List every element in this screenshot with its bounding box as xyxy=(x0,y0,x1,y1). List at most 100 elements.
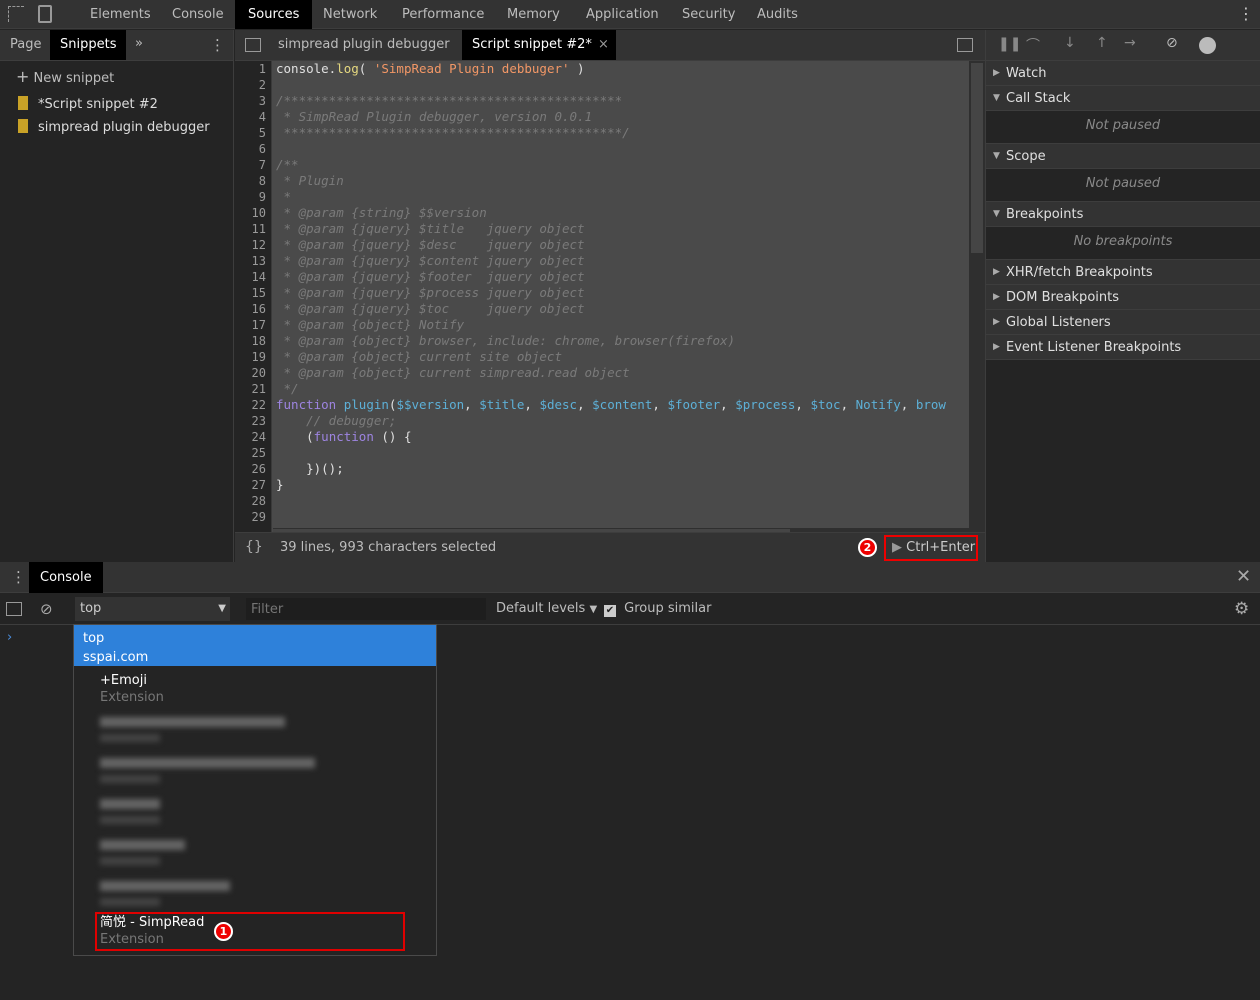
log-levels-select[interactable]: Default levels ▼ xyxy=(496,593,597,626)
tab-sources[interactable]: Sources xyxy=(235,0,313,29)
tab-elements[interactable]: Elements xyxy=(77,0,164,29)
close-drawer-icon[interactable]: ✕ xyxy=(1236,566,1251,587)
section-scope[interactable]: ▼ Scope xyxy=(986,144,1260,169)
code-token: , xyxy=(464,397,480,412)
collapsed-arrow-icon: ▶ xyxy=(993,292,1000,302)
context-option[interactable] xyxy=(74,707,436,748)
checkbox-icon: ✔ xyxy=(604,605,616,617)
tab-performance[interactable]: Performance xyxy=(389,0,497,29)
show-sidebar-icon[interactable] xyxy=(6,602,22,616)
context-select[interactable]: top ▼ xyxy=(75,597,230,621)
section-title: DOM Breakpoints xyxy=(1006,290,1119,305)
navigator-menu-icon[interactable]: ⋮ xyxy=(210,36,225,54)
context-option[interactable] xyxy=(74,789,436,830)
context-value: top xyxy=(80,601,102,616)
console-prompt-icon[interactable]: › xyxy=(7,630,12,645)
context-option[interactable] xyxy=(74,830,436,871)
section-call-stack[interactable]: ▼ Call Stack xyxy=(986,86,1260,111)
line-number: 7 xyxy=(258,158,266,172)
code-token: */ xyxy=(276,381,299,396)
section-xhr-fetch-breakpoints[interactable]: ▶ XHR/fetch Breakpoints xyxy=(986,260,1260,285)
deactivate-breakpoints-icon[interactable]: ⊘ xyxy=(1166,35,1178,51)
code-token: * @param {jquery} $content jquery object xyxy=(276,253,585,268)
code-token: ( xyxy=(276,429,314,444)
context-option[interactable] xyxy=(74,748,436,789)
section-watch[interactable]: ▶ Watch xyxy=(986,61,1260,86)
vertical-scrollbar-track[interactable] xyxy=(969,61,985,544)
code-token: * @param {jquery} $footer jquery object xyxy=(276,269,585,284)
editor-tab-active[interactable]: Script snippet #2* × xyxy=(462,30,616,60)
snippet-file[interactable]: simpread plugin debugger xyxy=(0,116,233,139)
run-snippet-button[interactable]: ▶ Ctrl+Enter xyxy=(884,535,978,561)
line-number: 5 xyxy=(258,126,266,140)
section-title: Breakpoints xyxy=(1006,207,1084,222)
code-token: $desc xyxy=(539,397,578,412)
clear-console-icon[interactable]: ⊘ xyxy=(40,593,53,625)
context-option-selected[interactable]: top sspai.com xyxy=(74,625,436,666)
debugger-sidebar: ❚❚ ⌒ ↓ ↑ → ⊘ ▶ Watch ▼ Call Stack Not paused… xyxy=(985,30,1260,562)
code-token: plugin xyxy=(343,397,389,412)
file-icon xyxy=(18,119,28,133)
filter-input[interactable] xyxy=(246,598,486,620)
inspect-element-icon[interactable] xyxy=(8,6,24,22)
drawer-menu-icon[interactable]: ⋮ xyxy=(11,568,26,586)
pretty-print-icon[interactable]: {} xyxy=(245,533,263,562)
step-into-icon[interactable]: ↓ xyxy=(1064,35,1076,51)
collapsed-arrow-icon: ▶ xyxy=(993,342,1000,352)
more-tabs-icon[interactable]: » xyxy=(135,36,143,51)
step-out-icon[interactable]: ↑ xyxy=(1096,35,1108,51)
device-toolbar-icon[interactable] xyxy=(38,5,52,23)
code-line: * @param {object} browser, include: chro… xyxy=(276,333,946,349)
new-snippet-label: New snippet xyxy=(33,71,115,86)
code-line: } xyxy=(276,477,946,493)
code-token: * SimpRead Plugin debugger, version 0.0.… xyxy=(276,109,593,124)
pause-on-exceptions-icon[interactable] xyxy=(1199,37,1216,54)
code-line: function plugin($$version, $title, $desc… xyxy=(276,397,946,413)
toggle-navigator-icon[interactable] xyxy=(245,38,261,52)
group-similar-checkbox[interactable]: ✔ Group similar xyxy=(604,593,711,625)
code-token: , xyxy=(652,397,668,412)
line-number: 28 xyxy=(251,494,266,508)
line-number: 14 xyxy=(251,270,266,284)
tab-snippets[interactable]: Snippets xyxy=(50,30,127,60)
section-global-listeners[interactable]: ▶ Global Listeners xyxy=(986,310,1260,335)
tab-security[interactable]: Security xyxy=(669,0,748,29)
pause-icon[interactable]: ❚❚ xyxy=(998,36,1021,52)
section-title: Scope xyxy=(1006,149,1046,164)
line-number: 8 xyxy=(258,174,266,188)
line-number: 18 xyxy=(251,334,266,348)
tab-console[interactable]: Console xyxy=(29,562,103,593)
line-number: 24 xyxy=(251,430,266,444)
more-menu-icon[interactable]: ⋮ xyxy=(1238,4,1254,23)
close-tab-icon[interactable]: × xyxy=(598,30,609,60)
editor-tab[interactable]: simpread plugin debugger xyxy=(268,30,460,60)
console-settings-icon[interactable]: ⚙ xyxy=(1234,593,1249,625)
tab-application[interactable]: Application xyxy=(573,0,672,29)
tab-memory[interactable]: Memory xyxy=(494,0,573,29)
code-token: ( xyxy=(358,61,374,76)
section-dom-breakpoints[interactable]: ▶ DOM Breakpoints xyxy=(986,285,1260,310)
file-name: simpread plugin debugger xyxy=(38,120,210,135)
code-token: /***************************************… xyxy=(276,93,623,108)
tab-page[interactable]: Page xyxy=(0,30,51,60)
option-sub: Extension xyxy=(100,932,164,947)
context-option[interactable]: 简悦 - SimpRead Extension 1 xyxy=(95,912,405,951)
tab-network[interactable]: Network xyxy=(310,0,390,29)
context-option[interactable]: +Emoji Extension xyxy=(74,666,436,707)
step-icon[interactable]: → xyxy=(1124,35,1136,51)
new-snippet-button[interactable]: + New snippet xyxy=(0,61,233,93)
code-line: * SimpRead Plugin debugger, version 0.0.… xyxy=(276,109,946,125)
tab-audits[interactable]: Audits xyxy=(744,0,811,29)
toggle-debugger-icon[interactable] xyxy=(957,38,973,52)
context-option[interactable] xyxy=(74,871,436,912)
code-editor[interactable]: 1 2 3 4 5 6 7 8 9 10 11 12 13 14 15 16 17 18 19 20 21 22 23 24 2… xyxy=(235,61,969,544)
code-token: , xyxy=(524,397,540,412)
step-over-icon[interactable]: ⌒ xyxy=(1026,35,1040,55)
code-token: } xyxy=(276,477,284,492)
code-line: * @param {jquery} $content jquery object xyxy=(276,253,946,269)
snippet-file[interactable]: *Script snippet #2 xyxy=(0,93,233,116)
section-breakpoints[interactable]: ▼ Breakpoints xyxy=(986,202,1260,227)
section-event-listener-breakpoints[interactable]: ▶ Event Listener Breakpoints xyxy=(986,335,1260,360)
tab-console[interactable]: Console xyxy=(159,0,237,29)
